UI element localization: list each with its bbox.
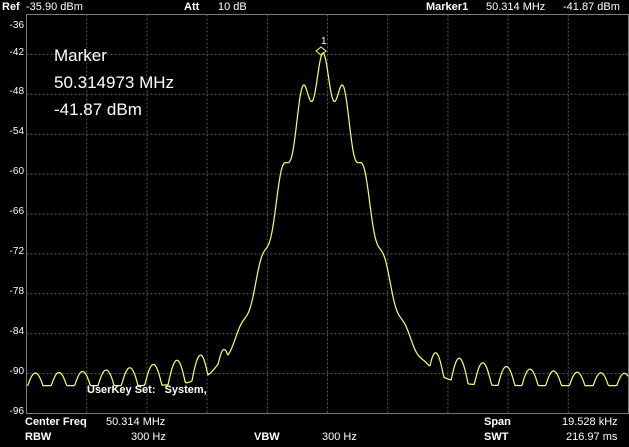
center-freq-value: 50.314 MHz — [106, 416, 166, 428]
bottom-status: Center Freq 50.314 MHz Span 19.528 kHz R… — [0, 414, 629, 447]
span-value: 19.528 kHz — [562, 416, 618, 428]
marker-readout-title: Marker — [54, 46, 107, 65]
center-freq-label: Center Freq — [25, 416, 87, 428]
swt-label: SWT — [484, 431, 509, 443]
userkey-status: UserKey Set: System, — [87, 384, 207, 396]
span-label: Span — [484, 416, 511, 428]
vbw-value: 300 Hz — [322, 431, 357, 443]
vbw-label: VBW — [254, 431, 280, 443]
marker-readout-level: -41.87 dBm — [54, 100, 142, 119]
userkey-label: UserKey Set: — [87, 384, 156, 396]
swt-value: 216.97 ms — [566, 431, 618, 443]
marker-readout-freq: 50.314973 MHz — [54, 73, 175, 92]
marker-readout: Marker 50.314973 MHz -41.87 dBm — [54, 42, 174, 123]
marker-tag: 1 — [321, 36, 327, 47]
rbw-label: RBW — [25, 431, 52, 443]
rbw-value: 300 Hz — [131, 431, 166, 443]
userkey-value: System, — [164, 384, 207, 396]
